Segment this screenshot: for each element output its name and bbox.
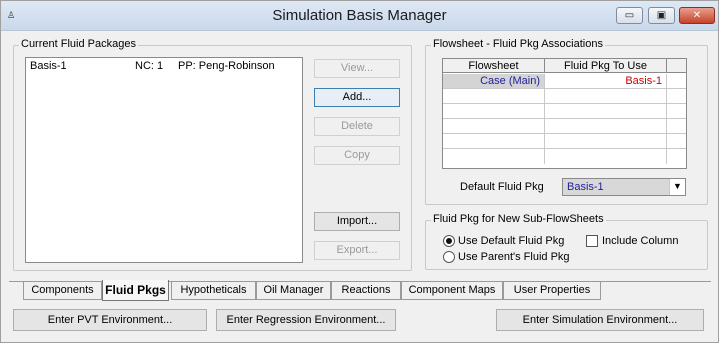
fluid-package-name: Basis-1 [30,60,67,72]
tab-components[interactable]: Components [23,282,102,300]
tab-fluid-pkgs[interactable]: Fluid Pkgs [102,280,169,301]
grid-empty-cell[interactable] [545,104,667,119]
grid-empty-cell[interactable] [443,89,545,104]
fluid-package-list[interactable]: Basis-1 NC: 1 PP: Peng-Robinson [25,57,303,263]
grid-empty-cell [667,89,686,104]
associations-grid[interactable]: Flowsheet Fluid Pkg To Use Case (Main) B… [442,58,687,169]
grid-empty-cell[interactable] [545,89,667,104]
current-fluid-packages-legend: Current Fluid Packages [19,38,138,50]
grid-empty-cell [667,134,686,149]
fluid-package-nc: NC: 1 [135,60,164,72]
include-column-label[interactable]: Include Column [602,235,678,247]
delete-button[interactable]: Delete [314,117,400,136]
import-button[interactable]: Import... [314,212,400,231]
window-title: Simulation Basis Manager [272,7,447,24]
grid-empty-cell[interactable] [443,104,545,119]
grid-empty-cell[interactable] [443,134,545,149]
grid-cell-flowsheet[interactable]: Case (Main) [443,74,545,89]
enter-pvt-environment-button[interactable]: Enter PVT Environment... [13,309,207,331]
maximize-button[interactable]: ▣ [648,7,675,24]
column-header-flowsheet[interactable]: Flowsheet [443,59,545,73]
grid-empty-cell[interactable] [545,149,667,164]
grid-empty-cell[interactable] [443,149,545,164]
tab-hypotheticals[interactable]: Hypotheticals [171,282,256,300]
simulation-basis-manager-window: ♙ Simulation Basis Manager ▭ ▣ ✕ Current… [0,0,719,343]
column-header-fluid-pkg[interactable]: Fluid Pkg To Use [545,59,667,73]
grid-cell-fluid-pkg[interactable]: Basis-1 [545,74,667,89]
export-button[interactable]: Export... [314,241,400,260]
grid-empty-cell [667,104,686,119]
chevron-down-icon[interactable]: ▼ [669,179,685,195]
enter-regression-environment-button[interactable]: Enter Regression Environment... [216,309,396,331]
use-parents-fluid-pkg-label[interactable]: Use Parent's Fluid Pkg [458,251,570,263]
fluid-package-pp: PP: Peng-Robinson [178,60,275,72]
title-bar[interactable]: ♙ Simulation Basis Manager ▭ ▣ ✕ [1,1,718,31]
column-header-filler [667,59,686,73]
view-button[interactable]: View... [314,59,400,78]
default-fluid-pkg-value: Basis-1 [567,181,604,193]
enter-simulation-environment-button[interactable]: Enter Simulation Environment... [496,309,704,331]
subflowsheets-legend: Fluid Pkg for New Sub-FlowSheets [431,213,606,225]
default-fluid-pkg-select[interactable]: Basis-1 ▼ [562,178,686,196]
tab-user-properties[interactable]: User Properties [503,282,601,300]
copy-button[interactable]: Copy [314,146,400,165]
use-default-fluid-pkg-label[interactable]: Use Default Fluid Pkg [458,235,564,247]
include-column-checkbox[interactable] [586,235,598,247]
use-parents-fluid-pkg-radio[interactable] [443,251,455,263]
add-button[interactable]: Add... [314,88,400,107]
grid-empty-cell[interactable] [545,134,667,149]
tab-oil-manager[interactable]: Oil Manager [256,282,331,300]
grid-empty-cell [667,149,686,164]
minimize-button[interactable]: ▭ [616,7,643,24]
flowsheet-associations-legend: Flowsheet - Fluid Pkg Associations [431,38,605,50]
grid-empty-cell[interactable] [443,119,545,134]
grid-empty-cell [667,119,686,134]
list-item[interactable]: Basis-1 NC: 1 PP: Peng-Robinson [26,58,302,73]
tab-reactions[interactable]: Reactions [331,282,401,300]
default-fluid-pkg-label: Default Fluid Pkg [460,181,544,193]
close-button[interactable]: ✕ [679,7,715,24]
tab-component-maps[interactable]: Component Maps [401,282,503,300]
grid-cell-filler [667,74,686,89]
grid-empty-cell[interactable] [545,119,667,134]
use-default-fluid-pkg-radio[interactable] [443,235,455,247]
